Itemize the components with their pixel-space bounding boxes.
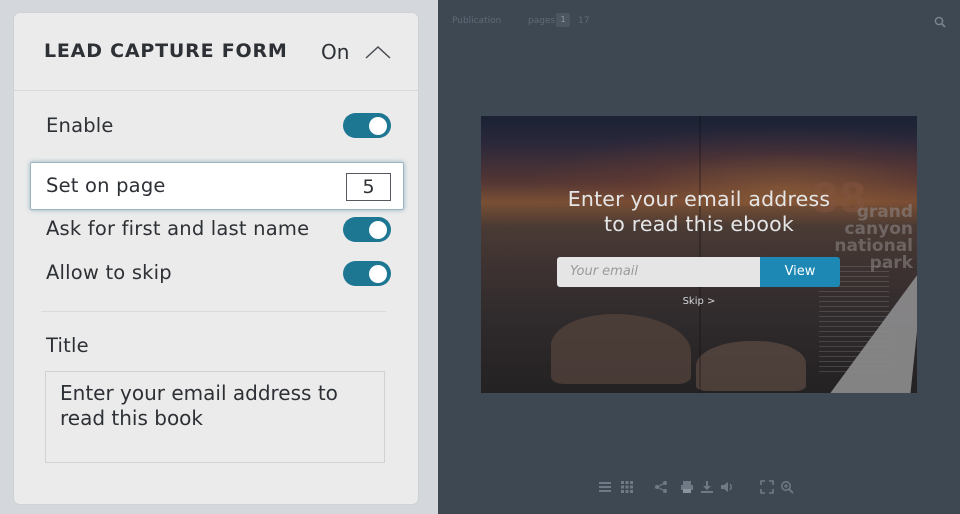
toggle-knob (369, 220, 387, 239)
list-icon[interactable] (598, 480, 612, 494)
title-label: Title (46, 334, 89, 357)
allow-skip-toggle[interactable] (343, 261, 391, 286)
set-on-page-row: Set on page 5 (30, 162, 404, 210)
pages-label: pages (528, 16, 556, 26)
print-icon[interactable] (680, 480, 694, 494)
publication-label: Publication (452, 16, 502, 26)
preview-area: Publication pages 1 17 88 grand canyon n… (438, 0, 960, 514)
ask-name-toggle[interactable] (343, 217, 391, 242)
share-icon[interactable] (654, 480, 668, 494)
email-input[interactable]: Your email (557, 257, 760, 287)
set-on-page-label: Set on page (46, 174, 166, 197)
enable-toggle[interactable] (343, 113, 391, 138)
page-number-input[interactable]: 5 (346, 173, 391, 201)
chevron-up-icon (365, 45, 391, 59)
toggle-knob (369, 264, 387, 283)
download-icon[interactable] (700, 480, 714, 494)
enable-label: Enable (46, 114, 114, 137)
total-pages-label: 17 (578, 16, 590, 26)
title-textarea[interactable]: Enter your email address to read this bo… (45, 371, 385, 463)
ask-name-label: Ask for first and last name (46, 217, 310, 240)
panel-header: LEAD CAPTURE FORM On (14, 13, 418, 91)
panel-title: LEAD CAPTURE FORM (44, 40, 288, 62)
panel-state-label: On (321, 40, 350, 64)
ebook-preview: 88 grand canyon national park Enter your… (481, 116, 917, 393)
search-icon[interactable] (934, 16, 946, 28)
skip-link[interactable]: Skip > (481, 296, 917, 307)
current-page-field[interactable]: 1 (556, 13, 570, 27)
overlay-shade (481, 116, 917, 393)
fullscreen-icon[interactable] (760, 480, 774, 494)
zoom-icon[interactable] (780, 480, 794, 494)
toggle-knob (369, 116, 387, 135)
overlay-title: Enter your email address to read this eb… (567, 187, 831, 236)
collapse-button[interactable] (363, 41, 393, 63)
view-button[interactable]: View (760, 257, 840, 287)
sound-icon[interactable] (720, 480, 734, 494)
divider (41, 311, 386, 312)
preview-top-toolbar: Publication pages 1 17 (438, 0, 960, 42)
allow-skip-label: Allow to skip (46, 261, 172, 284)
lead-capture-panel: LEAD CAPTURE FORM On Enable Set on page … (13, 12, 419, 505)
grid-icon[interactable] (620, 480, 634, 494)
